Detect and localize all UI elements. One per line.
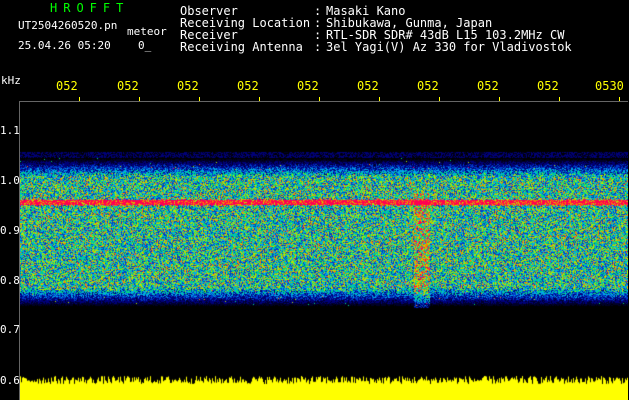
x-tick-label: 052: [56, 79, 78, 93]
x-tick-label: 052: [237, 79, 259, 93]
x-tick-label: 052: [117, 79, 139, 93]
mode-label: meteor: [127, 25, 167, 38]
y-tick-label: 0.9: [0, 224, 20, 237]
date-time: 25.04.26 05:20: [18, 39, 111, 52]
app-title: HROFFT: [50, 1, 130, 15]
axis-unit-label: kHz: [1, 74, 21, 87]
x-tick-label: 052: [477, 79, 499, 93]
info-label: Receiving Antenna: [180, 40, 303, 54]
y-tick-label: 0.6: [0, 374, 20, 387]
x-tick-label: 052: [177, 79, 199, 93]
y-tick-label: 0.7: [0, 323, 20, 336]
x-tick-label: 052: [417, 79, 439, 93]
info-separator: :: [314, 40, 322, 54]
y-tick-label: 0.8: [0, 274, 20, 287]
x-tick-label: 052: [537, 79, 559, 93]
y-tick-label: 1.0: [0, 174, 20, 187]
x-tick-label: 052: [297, 79, 319, 93]
info-antenna: Receiving Antenna:3el Yagi(V) Az 330 for…: [180, 41, 572, 53]
frame-counter: 0_: [138, 39, 152, 52]
y-tick-label: 1.1: [0, 124, 20, 137]
y-axis-line: [19, 101, 20, 400]
file-name: UT2504260520.pn: [18, 19, 118, 32]
info-value: 3el Yagi(V) Az 330 for Vladivostok: [326, 40, 572, 54]
x-tick-label: 0530: [595, 79, 624, 93]
spectrogram-canvas: [20, 102, 628, 400]
x-tick-label: 052: [357, 79, 379, 93]
hrofft-window: HROFFT UT2504260520.pn meteor 25.04.26 0…: [0, 0, 629, 400]
